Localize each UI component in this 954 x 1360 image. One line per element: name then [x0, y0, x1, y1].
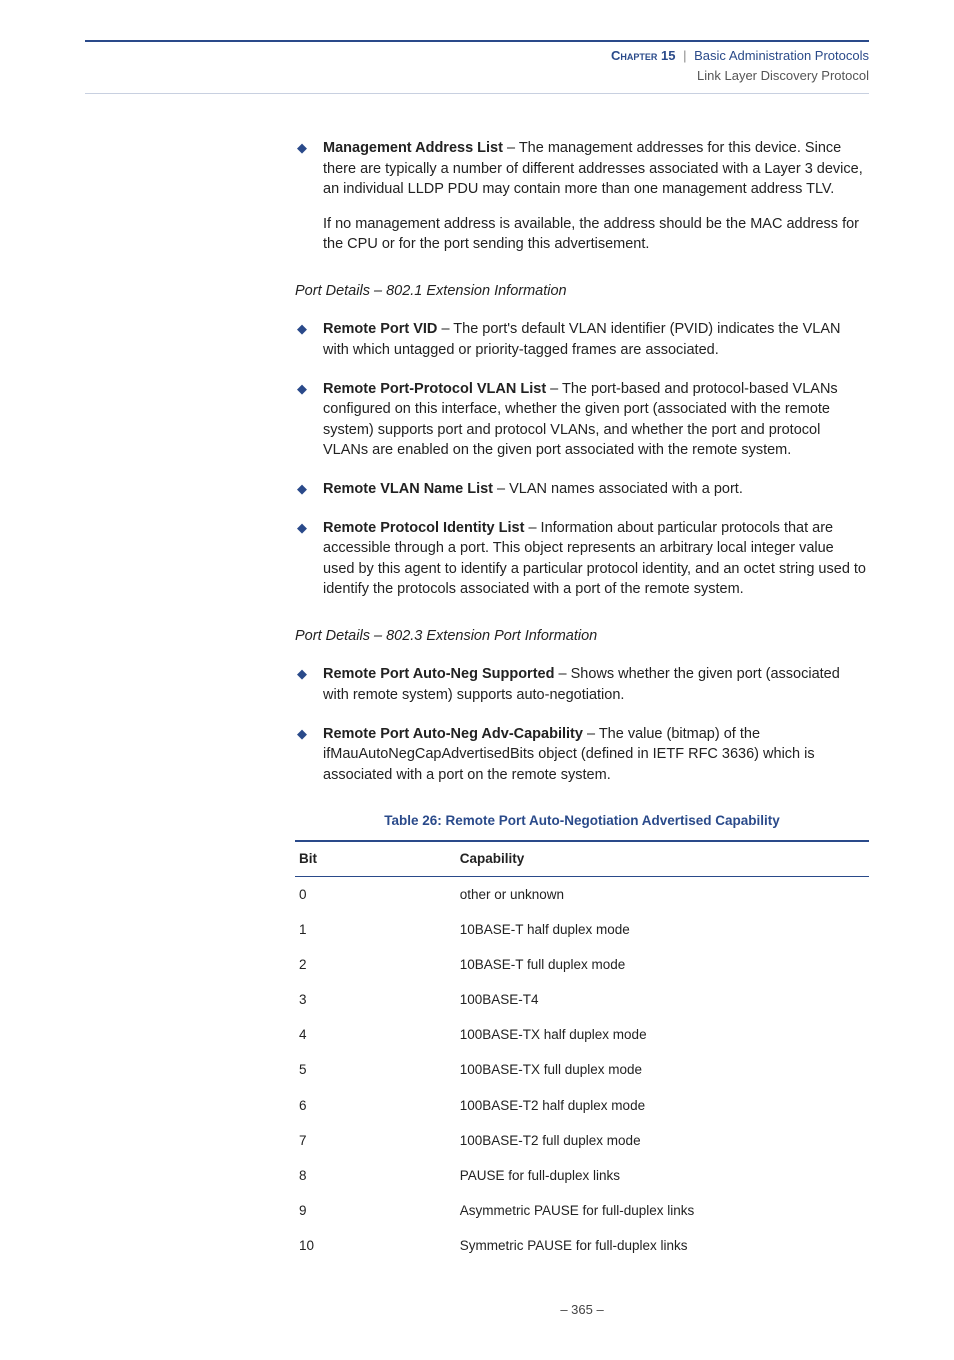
- cell-cap: 100BASE-T2 full duplex mode: [456, 1123, 869, 1158]
- list-item: Remote Port Auto-Neg Supported – Shows w…: [295, 664, 869, 705]
- cell-bit: 1: [295, 912, 456, 947]
- page-header: Chapter 15 | Basic Administration Protoc…: [85, 46, 869, 85]
- content-area: Management Address List – The management…: [295, 138, 869, 1320]
- table-row: 10Symmetric PAUSE for full-duplex links: [295, 1228, 869, 1263]
- table-row: 210BASE-T full duplex mode: [295, 947, 869, 982]
- table-header-bit: Bit: [295, 841, 456, 876]
- desc: – VLAN names associated with a port.: [493, 481, 743, 497]
- table-row: 3100BASE-T4: [295, 982, 869, 1017]
- header-title: Basic Administration Protocols: [694, 48, 869, 63]
- cell-bit: 5: [295, 1052, 456, 1087]
- capability-table: Bit Capability 0other or unknown 110BASE…: [295, 840, 869, 1263]
- list-item: Remote Protocol Identity List – Informat…: [295, 518, 869, 600]
- cell-bit: 6: [295, 1088, 456, 1123]
- table-row: 4100BASE-TX half duplex mode: [295, 1017, 869, 1052]
- term: Management Address List: [323, 140, 503, 156]
- page-number: – 365 –: [295, 1301, 869, 1319]
- cell-cap: Asymmetric PAUSE for full-duplex links: [456, 1193, 869, 1228]
- header-separator: |: [679, 48, 690, 63]
- chapter-label: Chapter 15: [611, 48, 675, 63]
- bullet-list-top: Management Address List – The management…: [295, 138, 869, 255]
- cell-cap: 10BASE-T full duplex mode: [456, 947, 869, 982]
- cell-cap: 10BASE-T half duplex mode: [456, 912, 869, 947]
- cell-cap: 100BASE-TX full duplex mode: [456, 1052, 869, 1087]
- cell-cap: Symmetric PAUSE for full-duplex links: [456, 1228, 869, 1263]
- cell-cap: 100BASE-T2 half duplex mode: [456, 1088, 869, 1123]
- table-row: 6100BASE-T2 half duplex mode: [295, 1088, 869, 1123]
- term: Remote Port Auto-Neg Adv-Capability: [323, 726, 583, 742]
- cell-cap: other or unknown: [456, 876, 869, 912]
- cell-bit: 9: [295, 1193, 456, 1228]
- table-row: 5100BASE-TX full duplex mode: [295, 1052, 869, 1087]
- cell-bit: 2: [295, 947, 456, 982]
- section-heading-8021: Port Details – 802.1 Extension Informati…: [295, 281, 869, 302]
- table-row: 110BASE-T half duplex mode: [295, 912, 869, 947]
- cell-cap: 100BASE-T4: [456, 982, 869, 1017]
- bullet-list-8021: Remote Port VID – The port's default VLA…: [295, 319, 869, 599]
- term: Remote Port VID: [323, 321, 437, 337]
- cell-bit: 3: [295, 982, 456, 1017]
- cell-bit: 10: [295, 1228, 456, 1263]
- list-item: Remote Port Auto-Neg Adv-Capability – Th…: [295, 724, 869, 786]
- table-row: 7100BASE-T2 full duplex mode: [295, 1123, 869, 1158]
- cell-cap: PAUSE for full-duplex links: [456, 1158, 869, 1193]
- list-item: Management Address List – The management…: [295, 138, 869, 255]
- table-row: 0other or unknown: [295, 876, 869, 912]
- table-row: 9Asymmetric PAUSE for full-duplex links: [295, 1193, 869, 1228]
- cell-bit: 4: [295, 1017, 456, 1052]
- cell-bit: 0: [295, 876, 456, 912]
- top-rule: [85, 40, 869, 42]
- term: Remote Port Auto-Neg Supported: [323, 666, 554, 682]
- term: Remote Protocol Identity List: [323, 520, 524, 536]
- list-item: Remote Port VID – The port's default VLA…: [295, 319, 869, 360]
- header-subtitle: Link Layer Discovery Protocol: [697, 68, 869, 83]
- table-row: 8PAUSE for full-duplex links: [295, 1158, 869, 1193]
- header-underline: [85, 93, 869, 94]
- list-item: Remote Port-Protocol VLAN List – The por…: [295, 379, 869, 461]
- follow-paragraph: If no management address is available, t…: [323, 214, 869, 255]
- cell-cap: 100BASE-TX half duplex mode: [456, 1017, 869, 1052]
- cell-bit: 7: [295, 1123, 456, 1158]
- term: Remote VLAN Name List: [323, 481, 493, 497]
- list-item: Remote VLAN Name List – VLAN names assoc…: [295, 479, 869, 500]
- cell-bit: 8: [295, 1158, 456, 1193]
- term: Remote Port-Protocol VLAN List: [323, 381, 546, 397]
- table-header-capability: Capability: [456, 841, 869, 876]
- section-heading-8023: Port Details – 802.3 Extension Port Info…: [295, 626, 869, 647]
- table-title: Table 26: Remote Port Auto-Negotiation A…: [295, 811, 869, 830]
- bullet-list-8023: Remote Port Auto-Neg Supported – Shows w…: [295, 664, 869, 785]
